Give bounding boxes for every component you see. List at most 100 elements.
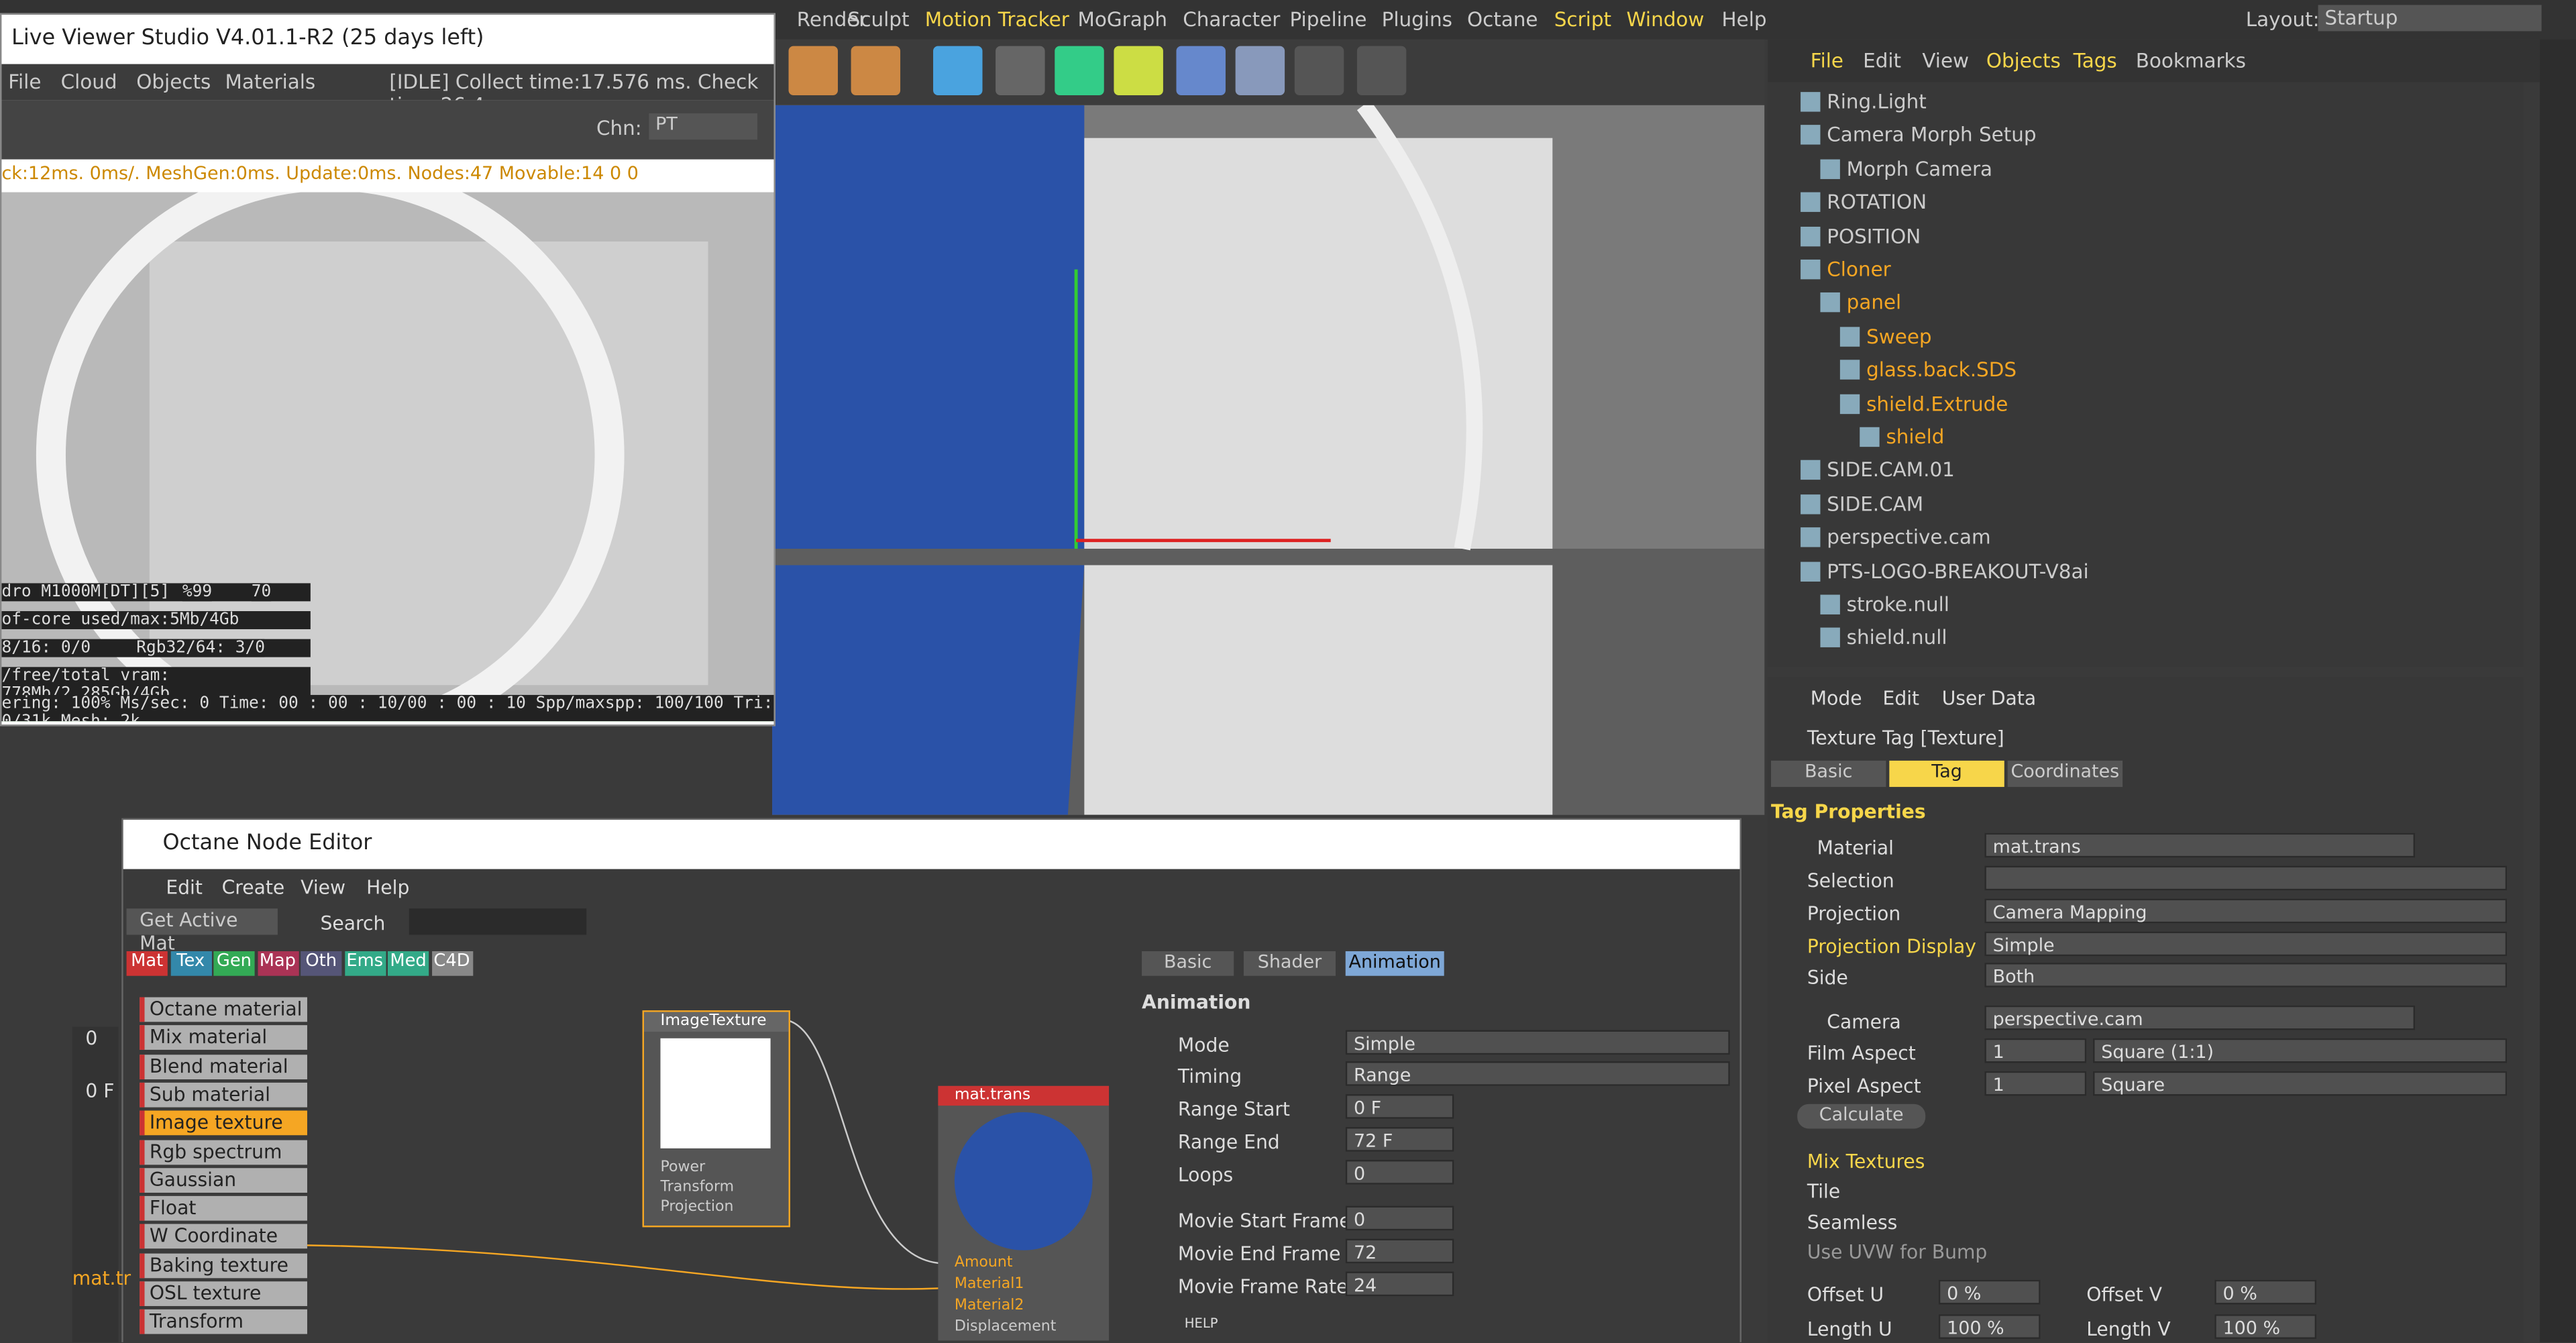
pixel-preset[interactable]: Square bbox=[2093, 1071, 2508, 1096]
layout-select[interactable]: Startup bbox=[2318, 5, 2542, 32]
om-menu-bookmarks[interactable]: Bookmarks bbox=[2136, 49, 2246, 72]
viewport[interactable] bbox=[772, 105, 1765, 815]
chn-select[interactable]: PT bbox=[649, 113, 757, 140]
lenu-label: Length U bbox=[1807, 1318, 1892, 1341]
selection-field[interactable] bbox=[1984, 865, 2508, 891]
lv-menu-cloud[interactable]: Cloud bbox=[61, 70, 117, 93]
anim-title: Animation bbox=[1142, 990, 1251, 1014]
rs-field[interactable]: 0 F bbox=[1345, 1094, 1454, 1119]
object-row[interactable]: PTS-LOGO-BREAKOUT-V8ai bbox=[1768, 555, 2524, 588]
object-label: Camera Morph Setup bbox=[1827, 123, 2037, 147]
light-icon[interactable] bbox=[1356, 46, 1407, 96]
camera-icon[interactable] bbox=[1294, 46, 1344, 96]
side-select[interactable]: Both bbox=[1984, 963, 2508, 987]
lv-menu-materials[interactable]: Materials bbox=[225, 70, 316, 93]
menu-script[interactable]: Script bbox=[1554, 8, 1611, 31]
render-settings-icon[interactable] bbox=[851, 46, 901, 96]
menu-pipeline[interactable]: Pipeline bbox=[1289, 8, 1366, 31]
render-region-icon[interactable] bbox=[788, 46, 838, 96]
object-row[interactable]: shield.Extrude bbox=[1768, 387, 2524, 420]
am-menu-edit[interactable]: Edit bbox=[1883, 687, 1920, 710]
film-preset[interactable]: Square (1:1) bbox=[2093, 1038, 2508, 1063]
re-field[interactable]: 72 F bbox=[1345, 1127, 1454, 1152]
tab-tag[interactable]: Tag bbox=[1889, 760, 2004, 788]
mef-label: Movie End Frame bbox=[1177, 1242, 1341, 1265]
om-menu-file[interactable]: File bbox=[1811, 49, 1843, 72]
material-field[interactable]: mat.trans bbox=[1984, 832, 2416, 858]
tab-coordinates[interactable]: Coordinates bbox=[2007, 760, 2123, 788]
object-row[interactable]: Cloner bbox=[1768, 253, 2524, 286]
am-menu-userdata[interactable]: User Data bbox=[1942, 687, 2036, 710]
menu-help[interactable]: Help bbox=[1722, 8, 1767, 31]
lv-menu-objects[interactable]: Objects bbox=[136, 70, 211, 93]
object-row[interactable]: shield bbox=[1768, 421, 2524, 453]
am-menu-mode[interactable]: Mode bbox=[1811, 687, 1862, 710]
mode-label: Mode bbox=[1177, 1033, 1230, 1057]
loops-field[interactable]: 0 bbox=[1345, 1159, 1454, 1185]
camera-field[interactable]: perspective.cam bbox=[1984, 1005, 2416, 1030]
menu-octane[interactable]: Octane bbox=[1467, 8, 1538, 31]
projdisp-select[interactable]: Simple bbox=[1984, 931, 2508, 957]
object-row[interactable]: Camera Morph Setup bbox=[1768, 119, 2524, 152]
lenu-field[interactable]: 100 % bbox=[1938, 1314, 2041, 1339]
menu-plugins[interactable]: Plugins bbox=[1382, 8, 1452, 31]
menu-window[interactable]: Window bbox=[1627, 8, 1705, 31]
object-icon bbox=[1860, 427, 1880, 447]
om-menu-objects[interactable]: Objects bbox=[1986, 49, 2061, 72]
viewport-render bbox=[772, 105, 1765, 815]
cube-icon[interactable] bbox=[933, 46, 983, 96]
object-row[interactable]: SIDE.CAM bbox=[1768, 488, 2524, 521]
mode-field[interactable]: Simple bbox=[1345, 1030, 1730, 1055]
deformer-icon[interactable] bbox=[1176, 46, 1226, 96]
object-row[interactable]: Ring.Light bbox=[1768, 85, 2524, 118]
object-label: glass.back.SDS bbox=[1866, 358, 2017, 382]
object-label: POSITION bbox=[1827, 224, 1921, 248]
object-row[interactable]: glass.back.SDS bbox=[1768, 354, 2524, 386]
timing-field[interactable]: Range bbox=[1345, 1061, 1730, 1086]
om-menu-view[interactable]: View bbox=[1922, 49, 1969, 72]
menu-mograph[interactable]: MoGraph bbox=[1078, 8, 1168, 31]
object-row[interactable]: perspective.cam bbox=[1768, 521, 2524, 554]
image-texture-node[interactable]: ImageTexture Power Transform Projection bbox=[642, 1010, 790, 1228]
film-field[interactable]: 1 bbox=[1984, 1038, 2087, 1063]
tab-basic[interactable]: Basic bbox=[1771, 760, 1886, 788]
node-editor-window[interactable]: Octane Node Editor Edit Create View Help… bbox=[121, 818, 1741, 1342]
array-icon[interactable] bbox=[1114, 46, 1163, 96]
object-label: SIDE.CAM.01 bbox=[1827, 459, 1955, 482]
offu-field[interactable]: 0 % bbox=[1938, 1279, 2041, 1305]
object-row[interactable]: ROTATION bbox=[1768, 186, 2524, 219]
calculate-button[interactable]: Calculate bbox=[1797, 1104, 1926, 1129]
subdivision-icon[interactable] bbox=[1055, 46, 1104, 96]
pixel-field[interactable]: 1 bbox=[1984, 1071, 2087, 1096]
projection-select[interactable]: Camera Mapping bbox=[1984, 898, 2508, 924]
om-menu-tags[interactable]: Tags bbox=[2074, 49, 2117, 72]
lv-menu-file[interactable]: File bbox=[8, 70, 41, 93]
offv-field[interactable]: 0 % bbox=[2214, 1279, 2317, 1305]
om-menu-edit[interactable]: Edit bbox=[1863, 49, 1901, 72]
menu-sculpt[interactable]: Sculpt bbox=[848, 8, 910, 31]
object-row[interactable]: POSITION bbox=[1768, 219, 2524, 252]
object-label: Cloner bbox=[1827, 258, 1891, 281]
ne-tab-basic[interactable]: Basic bbox=[1142, 951, 1234, 976]
object-row[interactable]: Morph Camera bbox=[1768, 152, 2524, 185]
object-row[interactable]: stroke.null bbox=[1768, 588, 2524, 621]
object-icon bbox=[1820, 292, 1840, 313]
object-row[interactable]: panel bbox=[1768, 286, 2524, 319]
live-viewer-window[interactable]: Live Viewer Studio V4.01.1-R2 (25 days l… bbox=[0, 13, 775, 727]
mfr-field[interactable]: 24 bbox=[1345, 1271, 1454, 1297]
msf-field[interactable]: 0 bbox=[1345, 1205, 1454, 1231]
mat-trans-node[interactable]: mat.trans Amount Material1 Material2 Dis… bbox=[938, 1085, 1110, 1341]
pen-icon[interactable] bbox=[996, 46, 1045, 96]
ne-tab-animation[interactable]: Animation bbox=[1345, 951, 1444, 976]
menu-motion-tracker[interactable]: Motion Tracker bbox=[925, 8, 1069, 31]
mef-field[interactable]: 72 bbox=[1345, 1238, 1454, 1264]
ne-tab-shader[interactable]: Shader bbox=[1243, 951, 1336, 976]
object-row[interactable]: shield.null bbox=[1768, 622, 2524, 655]
lenv-field[interactable]: 100 % bbox=[2214, 1314, 2317, 1339]
lenv-label: Length V bbox=[2086, 1318, 2171, 1341]
floor-icon[interactable] bbox=[1235, 46, 1285, 96]
seamless-label: Seamless bbox=[1807, 1210, 1898, 1234]
object-row[interactable]: Sweep bbox=[1768, 320, 2524, 353]
object-row[interactable]: SIDE.CAM.01 bbox=[1768, 454, 2524, 487]
menu-character[interactable]: Character bbox=[1183, 8, 1280, 31]
